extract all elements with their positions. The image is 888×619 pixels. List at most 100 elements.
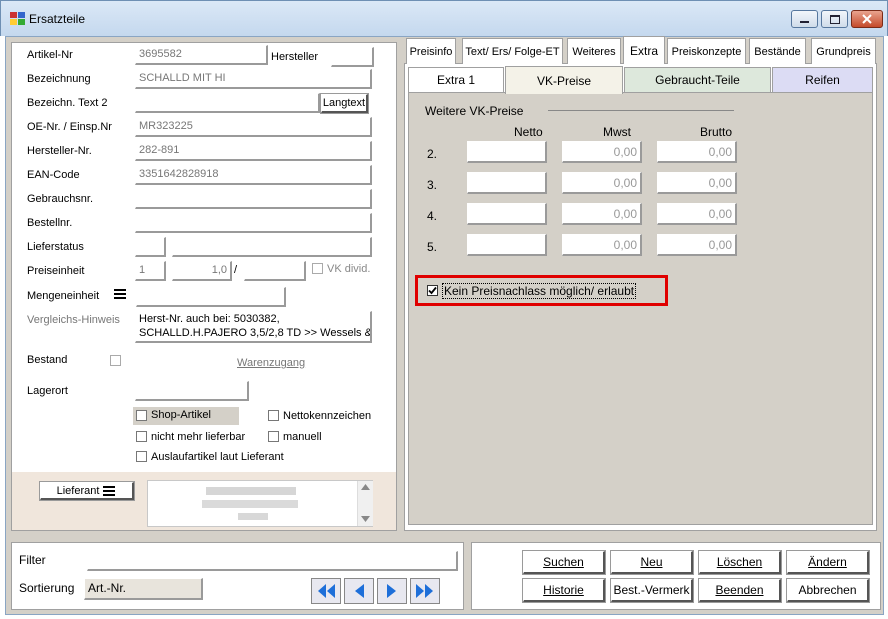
nav-next-button[interactable] bbox=[377, 578, 407, 604]
bezeichn-text2-field[interactable] bbox=[135, 93, 320, 113]
tab-extra[interactable]: Extra bbox=[623, 36, 665, 64]
tab-text-ers-folge[interactable]: Text/ Ers/ Folge-ET bbox=[462, 38, 563, 64]
bezeichnung-label: Bezeichnung bbox=[27, 73, 91, 85]
bezeichnung-field[interactable]: SCHALLD MIT HI bbox=[135, 69, 372, 89]
mwst-field[interactable]: 0,00 bbox=[562, 172, 642, 194]
mwst-field[interactable]: 0,00 bbox=[562, 234, 642, 256]
mwst-field[interactable]: 0,00 bbox=[562, 141, 642, 163]
mengeneinheit-label: Mengeneinheit bbox=[27, 290, 100, 302]
sortierung-select[interactable]: Art.-Nr. bbox=[84, 578, 203, 600]
langtext-button[interactable]: Langtext bbox=[320, 93, 369, 114]
auslaufartikel-label: Auslaufartikel laut Lieferant bbox=[151, 451, 284, 463]
tab-bestaende[interactable]: Bestände bbox=[749, 38, 806, 64]
preiseinheit-field-3[interactable] bbox=[244, 261, 306, 281]
row-number: 3. bbox=[427, 178, 438, 192]
preiseinheit-field-1[interactable]: 1 bbox=[135, 261, 166, 281]
scroll-up-icon[interactable] bbox=[361, 484, 370, 490]
warenzugang-link[interactable]: Warenzugang bbox=[237, 357, 305, 369]
ean-code-field[interactable]: 3351642828918 bbox=[135, 165, 372, 185]
close-icon bbox=[862, 14, 872, 24]
subtab-vk-preise[interactable]: VK-Preise bbox=[505, 66, 623, 94]
netto-field[interactable] bbox=[467, 172, 547, 194]
abbrechen-button[interactable]: Abbrechen bbox=[786, 578, 870, 603]
nettokennzeichen-checkbox[interactable] bbox=[268, 410, 279, 421]
tab-preisinfo[interactable]: Preisinfo bbox=[406, 38, 456, 64]
manuell-label: manuell bbox=[283, 431, 322, 443]
bezeichn-text2-label: Bezeichn. Text 2 bbox=[27, 97, 108, 109]
nettokennzeichen-label: Nettokennzeichen bbox=[283, 410, 372, 422]
lagerort-field[interactable] bbox=[135, 381, 249, 401]
nav-last-button[interactable] bbox=[410, 578, 440, 604]
shop-artikel-checkbox[interactable] bbox=[136, 410, 147, 421]
subtab-reifen[interactable]: Reifen bbox=[772, 67, 873, 93]
lieferant-address-box bbox=[147, 480, 373, 527]
lieferstatus-label: Lieferstatus bbox=[27, 241, 84, 253]
bestand-checkbox[interactable] bbox=[110, 355, 121, 366]
preiseinheit-field-2[interactable]: 1,0 bbox=[172, 261, 232, 281]
artikel-nr-field[interactable]: 3695582 bbox=[135, 45, 268, 65]
close-button[interactable] bbox=[851, 10, 883, 28]
ean-code-label: EAN-Code bbox=[27, 169, 80, 181]
mengeneinheit-field[interactable] bbox=[136, 287, 286, 307]
minimize-icon bbox=[800, 20, 809, 23]
sortierung-label: Sortierung bbox=[19, 581, 75, 595]
tab-preiskonzepte[interactable]: Preiskonzepte bbox=[667, 38, 746, 64]
best-vermerk-button[interactable]: Best.-Vermerk bbox=[610, 578, 694, 603]
hersteller-field[interactable] bbox=[331, 47, 374, 67]
filter-field[interactable] bbox=[87, 551, 458, 571]
gebrauchsnr-label: Gebrauchsnr. bbox=[27, 193, 94, 205]
beenden-button[interactable]: Beenden bbox=[698, 578, 782, 603]
brutto-field[interactable]: 0,00 bbox=[657, 234, 737, 256]
aendern-button[interactable]: Ändern bbox=[786, 550, 870, 575]
nav-prev-button[interactable] bbox=[344, 578, 374, 604]
tab-weiteres[interactable]: Weiteres bbox=[567, 38, 621, 64]
neu-button[interactable]: Neu bbox=[610, 550, 694, 575]
tab-grundpreis[interactable]: Grundpreis bbox=[811, 38, 876, 64]
lieferant-button-label: Lieferant bbox=[56, 484, 100, 497]
list-icon[interactable] bbox=[112, 287, 128, 301]
lieferstatus-text-field[interactable] bbox=[172, 237, 372, 257]
nicht-mehr-lieferbar-checkbox[interactable] bbox=[136, 431, 147, 442]
auslaufartikel-checkbox[interactable] bbox=[136, 451, 147, 462]
vergleichs-hinweis-line2: SCHALLD.H.PAJERO 3,5/2,8 TD >> Wessels & bbox=[139, 327, 372, 339]
oe-nr-field[interactable]: MR323225 bbox=[135, 117, 372, 137]
vk-divid-checkbox[interactable] bbox=[312, 263, 323, 274]
address-scrollbar[interactable] bbox=[357, 481, 373, 526]
gebrauchsnr-field[interactable] bbox=[135, 189, 372, 209]
hersteller-nr-field[interactable]: 282-891 bbox=[135, 141, 372, 161]
row-number: 4. bbox=[427, 209, 438, 223]
scroll-down-icon[interactable] bbox=[361, 516, 370, 522]
loeschen-button[interactable]: Löschen bbox=[698, 550, 782, 575]
title-bar: Ersatzteile bbox=[0, 0, 888, 36]
subtab-extra1[interactable]: Extra 1 bbox=[408, 67, 504, 93]
maximize-icon bbox=[829, 14, 840, 24]
hersteller-nr-label: Hersteller-Nr. bbox=[27, 145, 92, 157]
nav-first-button[interactable] bbox=[311, 578, 341, 604]
netto-field[interactable] bbox=[467, 203, 547, 225]
preiseinheit-label: Preiseinheit bbox=[27, 265, 85, 277]
list-icon bbox=[103, 485, 116, 496]
artikel-nr-label: Artikel-Nr bbox=[27, 49, 73, 61]
netto-field[interactable] bbox=[467, 141, 547, 163]
vergleichs-hinweis-field[interactable]: Herst-Nr. auch bei: 5030382, SCHALLD.H.P… bbox=[135, 311, 372, 343]
col-mwst-header: Mwst bbox=[603, 125, 631, 139]
lieferant-button[interactable]: Lieferant bbox=[39, 481, 135, 501]
minimize-button[interactable] bbox=[791, 10, 818, 28]
kein-preisnachlass-checkbox[interactable] bbox=[427, 285, 438, 296]
brutto-field[interactable]: 0,00 bbox=[657, 203, 737, 225]
lieferstatus-code-field[interactable] bbox=[135, 237, 166, 257]
suchen-button[interactable]: Suchen bbox=[522, 550, 606, 575]
vk-divid-label: VK divid. bbox=[327, 263, 371, 275]
netto-field[interactable] bbox=[467, 234, 547, 256]
mwst-field[interactable]: 0,00 bbox=[562, 203, 642, 225]
historie-button[interactable]: Historie bbox=[522, 578, 606, 603]
brutto-field[interactable]: 0,00 bbox=[657, 141, 737, 163]
maximize-button[interactable] bbox=[821, 10, 848, 28]
bestellnr-field[interactable] bbox=[135, 213, 372, 233]
subtab-gebraucht-teile[interactable]: Gebraucht-Teile bbox=[624, 67, 771, 93]
brutto-field[interactable]: 0,00 bbox=[657, 172, 737, 194]
vergleichs-hinweis-line1: Herst-Nr. auch bei: 5030382, bbox=[139, 313, 280, 325]
kein-preisnachlass-label: Kein Preisnachlass möglich/ erlaubt bbox=[442, 283, 637, 299]
left-arrow-icon bbox=[355, 584, 364, 598]
manuell-checkbox[interactable] bbox=[268, 431, 279, 442]
